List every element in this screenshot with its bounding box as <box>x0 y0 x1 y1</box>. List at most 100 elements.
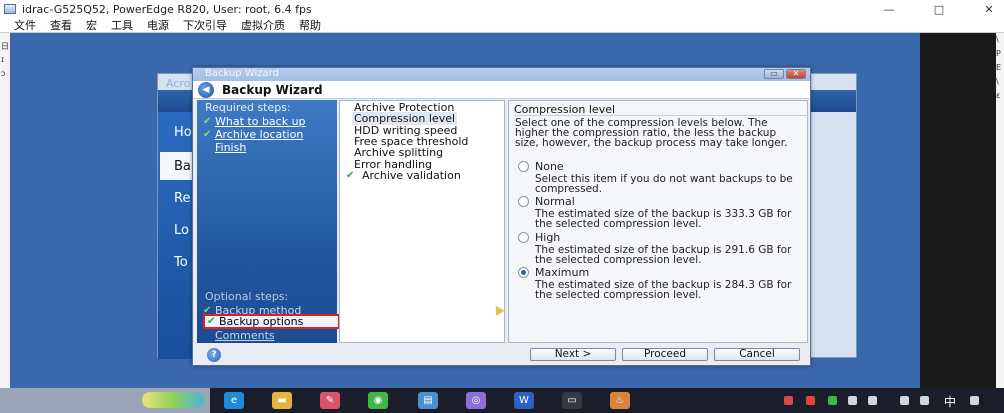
background-window-title: Acro <box>166 77 191 90</box>
host-titlebar: idrac-G525Q52, PowerEdge R820, User: roo… <box>0 0 1004 18</box>
menu-next-boot[interactable]: 下次引导 <box>183 17 227 33</box>
radio-circle[interactable] <box>518 196 529 207</box>
tray-shield-icon[interactable] <box>848 396 857 405</box>
app-window-icon <box>4 4 16 14</box>
radio-none[interactable]: None <box>518 160 564 173</box>
panel-divider <box>514 115 808 116</box>
menu-file[interactable]: 文件 <box>14 17 36 33</box>
notification-icon[interactable] <box>970 396 979 405</box>
wechat-icon[interactable]: ◉ <box>368 392 388 409</box>
radio-circle[interactable] <box>518 161 529 172</box>
radio-description: Select this item if you do not want back… <box>535 173 793 195</box>
radio-label: High <box>535 231 561 244</box>
required-steps-heading: Required steps: <box>205 101 291 114</box>
media-player-icon[interactable]: ◎ <box>466 392 486 409</box>
back-arrow-icon[interactable]: ◀ <box>198 81 214 98</box>
close-icon[interactable]: ✕ <box>982 2 996 16</box>
dialog-header: ◀ Backup Wizard <box>193 81 810 99</box>
dialog-footer: ? Next > Proceed Cancel <box>193 344 810 366</box>
option-label: Archive validation <box>362 169 461 182</box>
check-icon: ✔ <box>207 316 216 327</box>
radio-maximum[interactable]: Maximum <box>518 266 589 279</box>
menu-help[interactable]: 帮助 <box>299 17 321 33</box>
menu-tools[interactable]: 工具 <box>111 17 133 33</box>
step-label[interactable]: What to back up <box>215 115 306 128</box>
step-finish[interactable]: Finish <box>203 141 246 154</box>
tray-wechat-icon[interactable] <box>828 396 837 405</box>
backup-options-list: Archive Protection Compression level HDD… <box>339 100 505 343</box>
radio-high[interactable]: High <box>518 231 560 244</box>
radio-label: None <box>535 160 564 173</box>
backup-wizard-dialog: Backup Wizard ▭ ✕ ◀ Backup Wizard Requir… <box>192 67 811 366</box>
minimize-icon[interactable]: — <box>882 2 896 16</box>
cancel-button[interactable]: Cancel <box>714 348 800 361</box>
left-desktop-edge: 日 ɪ ɔ <box>0 33 10 388</box>
edge-glyph: 日 <box>1 42 9 51</box>
paint-app-icon[interactable]: ✎ <box>320 392 340 409</box>
edge-glyph: ε <box>996 91 1001 100</box>
menu-macro[interactable]: 宏 <box>86 17 97 33</box>
radio-circle[interactable] <box>518 267 529 278</box>
radio-description: The estimated size of the backup is 284.… <box>535 279 792 301</box>
edge-browser-icon[interactable]: e <box>224 392 244 409</box>
maximize-icon[interactable]: □ <box>932 2 946 16</box>
wifi-icon[interactable] <box>900 396 909 405</box>
photos-app-icon[interactable]: ▤ <box>418 392 438 409</box>
radio-description: The estimated size of the backup is 291.… <box>535 244 792 266</box>
step-archive-location[interactable]: ✔ Archive location <box>203 128 303 141</box>
step-label: Backup options <box>219 315 304 328</box>
java-app-icon[interactable]: ♨ <box>610 392 630 409</box>
step-label[interactable]: Comments <box>215 329 275 342</box>
next-button[interactable]: Next > <box>530 348 616 361</box>
file-explorer-icon[interactable]: ▬ <box>272 392 292 409</box>
menu-virtual-media[interactable]: 虚拟介质 <box>241 17 285 33</box>
radio-description: The estimated size of the backup is 333.… <box>535 208 792 230</box>
radio-label: Normal <box>535 195 575 208</box>
right-desktop-edge: \ P Ε \ ε <box>920 33 1004 388</box>
dialog-caption: Backup Wizard <box>205 68 279 79</box>
compression-level-panel: Compression level Select one of the comp… <box>508 100 808 343</box>
step-label[interactable]: Finish <box>215 141 246 154</box>
tray-app-icon[interactable] <box>784 396 793 405</box>
volume-icon[interactable] <box>920 396 929 405</box>
edge-glyph: ɔ <box>1 69 6 78</box>
taskbar-widget-area <box>0 388 210 413</box>
dialog-help-button[interactable]: ▭ <box>764 69 784 79</box>
tray-app-icon[interactable] <box>868 396 877 405</box>
help-icon[interactable]: ? <box>207 348 221 362</box>
input-method-indicator[interactable]: 中 <box>944 393 956 410</box>
option-archive-validation[interactable]: ✔ Archive validation <box>346 169 461 182</box>
dialog-close-button[interactable]: ✕ <box>786 69 806 79</box>
edge-glyph: ɪ <box>1 55 4 64</box>
bg-nav-backup[interactable]: Ba <box>160 152 196 180</box>
step-what-to-back-up[interactable]: ✔ What to back up <box>203 115 306 128</box>
edge-glyph: Ε <box>996 63 1002 72</box>
radio-normal[interactable]: Normal <box>518 195 575 208</box>
word-app-icon[interactable]: W <box>514 392 534 409</box>
tray-app-icon[interactable] <box>806 396 815 405</box>
radio-circle[interactable] <box>518 232 529 243</box>
host-taskbar: e ▬ ✎ ◉ ▤ ◎ W ▭ ♨ 中 <box>0 388 1004 413</box>
proceed-button[interactable]: Proceed <box>622 348 708 361</box>
desktop-pet-icon[interactable] <box>142 392 204 408</box>
bg-nav-logs[interactable]: Lo <box>160 216 196 244</box>
step-backup-options[interactable]: ✔ Backup options <box>203 314 340 329</box>
check-icon: ✔ <box>346 170 355 181</box>
menu-view[interactable]: 查看 <box>50 17 72 33</box>
right-edge-strip: \ P Ε \ ε <box>996 33 1004 388</box>
host-menubar: 文件 查看 宏 工具 电源 下次引导 虚拟介质 帮助 <box>0 18 1004 33</box>
edge-glyph: P <box>996 49 1001 58</box>
bg-nav-home[interactable]: Ho <box>160 118 196 146</box>
check-icon: ✔ <box>203 129 212 140</box>
step-comments[interactable]: Comments <box>203 329 275 342</box>
step-label[interactable]: Archive location <box>215 128 303 141</box>
edge-glyph: \ <box>996 35 999 44</box>
edge-glyph: \ <box>996 77 999 86</box>
bg-nav-recovery[interactable]: Re <box>160 184 196 212</box>
dialog-caption-bar: Backup Wizard ▭ ✕ <box>193 68 810 81</box>
wizard-steps-pane: Required steps: ✔ What to back up ✔ Arch… <box>197 100 340 343</box>
terminal-app-icon[interactable]: ▭ <box>562 392 582 409</box>
bg-nav-tools[interactable]: To <box>160 248 196 276</box>
panel-description: Select one of the compression levels bel… <box>515 117 788 149</box>
menu-power[interactable]: 电源 <box>147 17 169 33</box>
